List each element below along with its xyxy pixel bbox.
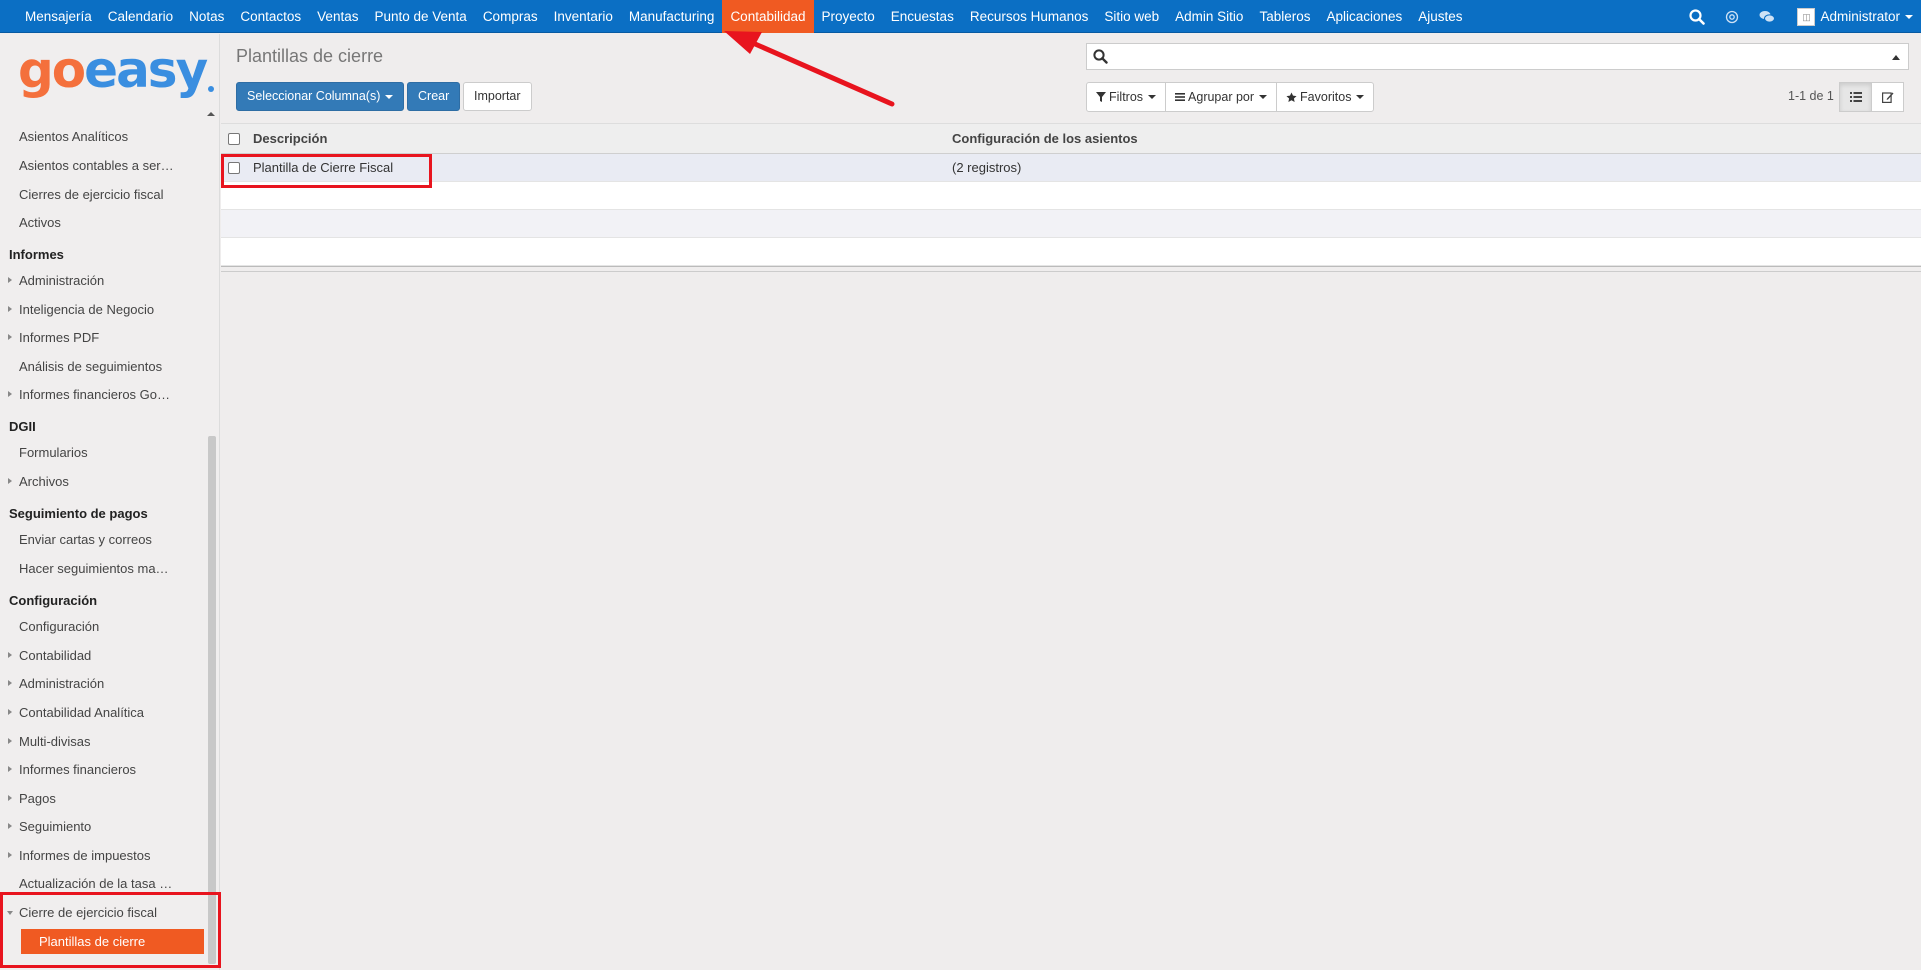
search-icon[interactable] xyxy=(1689,8,1706,25)
view-switcher xyxy=(1839,82,1904,112)
sidebar-item-formularios[interactable]: Formularios xyxy=(19,445,88,460)
menu-calendario[interactable]: Calendario xyxy=(100,0,181,33)
sidebar-scrollbar[interactable] xyxy=(208,436,216,964)
table-row-empty xyxy=(221,238,1921,266)
sidebar-item-administracion[interactable]: Administración xyxy=(7,273,104,288)
sidebar-section-configuracion: Configuración xyxy=(9,593,98,608)
page-title: Plantillas de cierre xyxy=(236,46,384,66)
import-button[interactable]: Importar xyxy=(463,82,532,111)
menu-notas[interactable]: Notas xyxy=(181,0,232,33)
search-options-toggle-icon[interactable] xyxy=(1892,55,1900,60)
sidebar-item-administracion-conf[interactable]: Administración xyxy=(7,676,104,691)
chat-icon[interactable] xyxy=(1759,10,1776,24)
menu-ajustes[interactable]: Ajustes xyxy=(1410,0,1470,33)
top-navbar: Mensajería Calendario Notas Contactos Ve… xyxy=(0,0,1921,33)
sidebar-item-cierres-ejercicio[interactable]: Cierres de ejercicio fiscal xyxy=(19,187,164,202)
sidebar-item-asientos-analiticos[interactable]: Asientos Analíticos xyxy=(19,129,128,144)
sidebar-item-pagos[interactable]: Pagos xyxy=(8,791,56,806)
user-menu[interactable]: ◫ Administrator xyxy=(1797,7,1913,26)
highlight-box-row xyxy=(221,154,432,188)
mention-icon[interactable] xyxy=(1725,10,1739,24)
select-all-checkbox[interactable] xyxy=(228,132,240,145)
sidebar-item-informes-pdf[interactable]: Informes PDF xyxy=(7,330,99,345)
table-row-empty xyxy=(221,210,1921,238)
sidebar-item-analisis[interactable]: Análisis de seguimientos xyxy=(19,359,162,374)
menu-compras[interactable]: Compras xyxy=(475,0,546,33)
table-row[interactable]: Plantilla de Cierre Fiscal (2 registros) xyxy=(221,154,1921,182)
sidebar-item-contabilidad-analitica[interactable]: Contabilidad Analítica xyxy=(7,705,144,720)
column-header-descripcion[interactable]: Descripción xyxy=(253,124,327,153)
list-icon xyxy=(1175,93,1186,101)
chevron-down-icon xyxy=(1905,14,1913,19)
sidebar-item-enviar-cartas[interactable]: Enviar cartas y correos xyxy=(19,532,152,547)
menu-sitio-web[interactable]: Sitio web xyxy=(1096,0,1167,33)
search-input[interactable] xyxy=(1086,43,1909,70)
table-header: Descripción Configuración de los asiento… xyxy=(221,124,1921,154)
search-icon xyxy=(1093,49,1108,67)
menu-recursos-humanos[interactable]: Recursos Humanos xyxy=(962,0,1097,33)
filter-icon xyxy=(1096,92,1106,102)
logo: goeasy xyxy=(18,44,215,96)
sidebar-item-archivos[interactable]: Archivos xyxy=(8,474,69,489)
menu-admin-sitio[interactable]: Admin Sitio xyxy=(1167,0,1251,33)
list-view-icon xyxy=(1849,92,1862,102)
red-arrow-icon xyxy=(724,31,895,107)
sidebar-item-actualizacion-tasa[interactable]: Actualización de la tasa … xyxy=(19,876,172,891)
sidebar-section-seguimiento-pagos: Seguimiento de pagos xyxy=(9,506,148,521)
sidebar-item-seguimiento[interactable]: Seguimiento xyxy=(7,819,91,834)
sidebar-item-informes-fin-go[interactable]: Informes financieros Go… xyxy=(7,387,170,402)
favorites-button[interactable]: Favoritos xyxy=(1276,82,1375,112)
group-by-button[interactable]: Agrupar por xyxy=(1165,82,1278,112)
form-view-button[interactable] xyxy=(1871,82,1904,112)
main-content: Plantillas de cierre Seleccionar Columna… xyxy=(221,34,1921,970)
user-name: Administrator xyxy=(1820,9,1900,24)
column-header-configuracion[interactable]: Configuración de los asientos xyxy=(952,124,1138,153)
sidebar: goeasy Asientos Analíticos Asientos cont… xyxy=(0,34,220,970)
menu-manufacturing[interactable]: Manufacturing xyxy=(621,0,723,33)
sidebar-item-activos[interactable]: Activos xyxy=(19,215,61,230)
menu-inventario[interactable]: Inventario xyxy=(546,0,621,33)
cell-config[interactable]: (2 registros) xyxy=(952,154,1021,181)
table-footer xyxy=(221,266,1921,272)
menu-tableros[interactable]: Tableros xyxy=(1251,0,1318,33)
sidebar-item-hacer-seguimientos[interactable]: Hacer seguimientos ma… xyxy=(19,561,169,576)
sidebar-item-informes-impuestos[interactable]: Informes de impuestos xyxy=(8,848,151,863)
list-table: Descripción Configuración de los asiento… xyxy=(221,123,1921,272)
create-button[interactable]: Crear xyxy=(407,82,461,111)
chevron-down-icon xyxy=(385,94,394,99)
select-columns-button[interactable]: Seleccionar Columna(s) xyxy=(236,82,405,111)
sidebar-item-multi-divisas[interactable]: Multi-divisas xyxy=(8,734,91,749)
avatar: ◫ xyxy=(1797,7,1816,26)
menu-ventas[interactable]: Ventas xyxy=(309,0,366,33)
table-row-empty xyxy=(221,182,1921,210)
navbar-right: ◫ Administrator xyxy=(1679,0,1913,33)
sidebar-item-inteligencia[interactable]: Inteligencia de Negocio xyxy=(7,302,154,317)
highlight-box-sidebar xyxy=(0,892,221,968)
menu-contactos[interactable]: Contactos xyxy=(232,0,309,33)
sidebar-item-asientos-contables[interactable]: Asientos contables a ser… xyxy=(19,158,174,173)
menu-punto-de-venta[interactable]: Punto de Venta xyxy=(366,0,474,33)
filters-button[interactable]: Filtros xyxy=(1086,82,1167,112)
list-view-button[interactable] xyxy=(1839,82,1872,112)
menu-mensajeria[interactable]: Mensajería xyxy=(17,0,100,33)
menu-aplicaciones[interactable]: Aplicaciones xyxy=(1318,0,1410,33)
pager[interactable]: 1-1 de 1 xyxy=(1788,89,1834,103)
sidebar-item-configuracion[interactable]: Configuración xyxy=(19,619,99,634)
sidebar-section-informes: Informes xyxy=(9,247,64,262)
sidebar-item-informes-financieros[interactable]: Informes financieros xyxy=(7,762,136,777)
star-icon xyxy=(1286,91,1297,102)
filter-bar: Filtros Agrupar por Favoritos xyxy=(1086,82,1375,112)
sidebar-section-dgii: DGII xyxy=(9,419,36,434)
edit-icon xyxy=(1881,92,1893,103)
sidebar-item-contabilidad[interactable]: Contabilidad xyxy=(7,648,91,663)
scroll-up-arrow-icon[interactable] xyxy=(207,112,215,116)
